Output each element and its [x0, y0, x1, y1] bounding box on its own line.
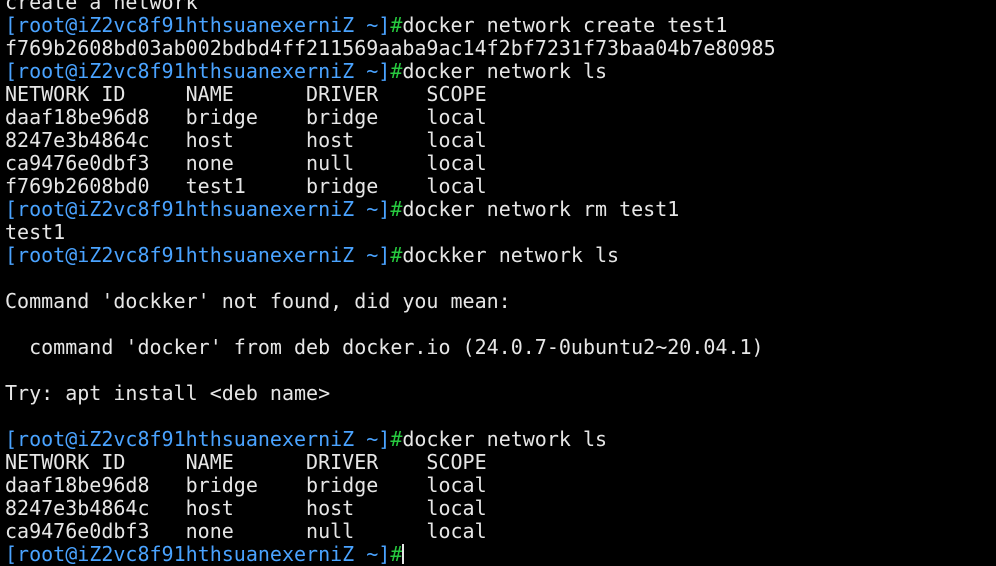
command-text: docker network ls	[402, 59, 608, 83]
command-line: [root@iZ2vc8f91hthsuanexerniZ ~]#dockker…	[5, 244, 996, 267]
output-line: ca9476e0dbf3 none null local	[5, 519, 487, 543]
command-text: docker network create test1	[402, 13, 728, 37]
command-line: [root@iZ2vc8f91hthsuanexerniZ ~]#docker …	[5, 198, 996, 221]
shell-prompt: [root@iZ2vc8f91hthsuanexerniZ ~]	[5, 243, 391, 267]
output-line: create a network	[5, 0, 198, 14]
command-line: [root@iZ2vc8f91hthsuanexerniZ ~]#docker …	[5, 428, 996, 451]
prompt-hash: #	[390, 59, 403, 83]
shell-prompt: [root@iZ2vc8f91hthsuanexerniZ ~]	[5, 13, 391, 37]
command-text: dockker network ls	[402, 243, 620, 267]
prompt-hash: #	[390, 243, 403, 267]
output-line: NETWORK ID NAME DRIVER SCOPE	[5, 82, 487, 106]
command-text: docker network ls	[402, 427, 608, 451]
output-line: command 'docker' from deb docker.io (24.…	[5, 335, 764, 359]
terminal-output[interactable]: create a network [root@iZ2vc8f91hthsuanex…	[0, 0, 996, 566]
command-text: docker network rm test1	[402, 197, 680, 221]
command-line: [root@iZ2vc8f91hthsuanexerniZ ~]#	[5, 543, 996, 566]
shell-prompt: [root@iZ2vc8f91hthsuanexerniZ ~]	[5, 542, 391, 566]
output-line: f769b2608bd0 test1 bridge local	[5, 174, 487, 198]
prompt-hash: #	[390, 13, 403, 37]
output-line: daaf18be96d8 bridge bridge local	[5, 473, 487, 497]
shell-prompt: [root@iZ2vc8f91hthsuanexerniZ ~]	[5, 427, 391, 451]
shell-prompt: [root@iZ2vc8f91hthsuanexerniZ ~]	[5, 59, 391, 83]
shell-prompt: [root@iZ2vc8f91hthsuanexerniZ ~]	[5, 197, 391, 221]
command-line: [root@iZ2vc8f91hthsuanexerniZ ~]#docker …	[5, 60, 996, 83]
output-line: Command 'dockker' not found, did you mea…	[5, 289, 511, 313]
prompt-hash: #	[390, 427, 403, 451]
output-line: test1	[5, 220, 66, 244]
output-line: daaf18be96d8 bridge bridge local	[5, 105, 487, 129]
prompt-hash: #	[390, 542, 403, 566]
text-cursor	[402, 544, 405, 564]
output-line: f769b2608bd03ab002bdbd4ff211569aaba9ac14…	[5, 36, 776, 60]
prompt-hash: #	[390, 197, 403, 221]
output-line: NETWORK ID NAME DRIVER SCOPE	[5, 450, 487, 474]
output-line: 8247e3b4864c host host local	[5, 128, 487, 152]
command-line: [root@iZ2vc8f91hthsuanexerniZ ~]#docker …	[5, 14, 996, 37]
output-line: ca9476e0dbf3 none null local	[5, 151, 487, 175]
output-line: Try: apt install <deb name>	[5, 381, 331, 405]
output-line: 8247e3b4864c host host local	[5, 496, 487, 520]
